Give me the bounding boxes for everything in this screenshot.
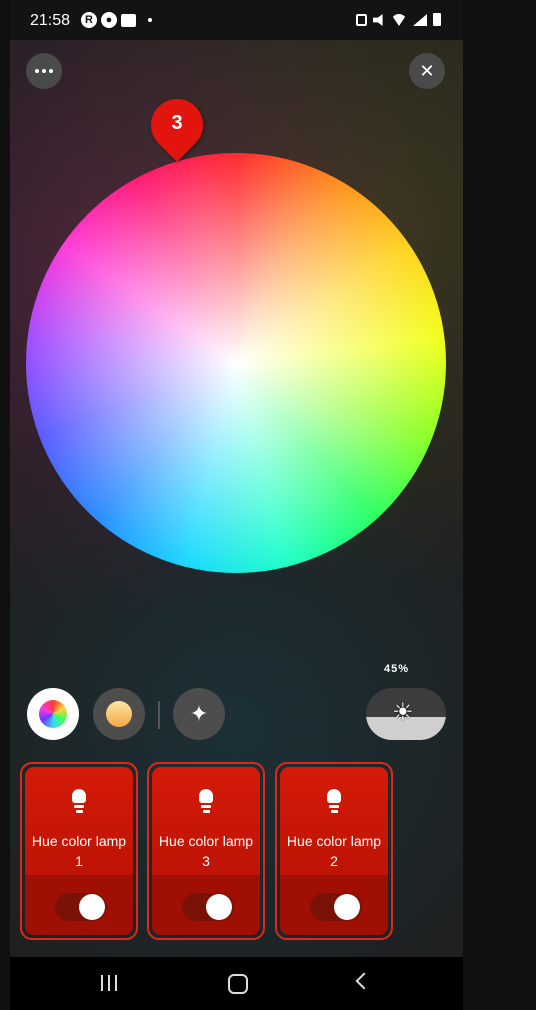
battery-icon xyxy=(433,13,441,26)
brightness-slider[interactable]: ☀ xyxy=(366,688,446,740)
close-button[interactable]: ✕ xyxy=(409,53,445,89)
lamp-card-2[interactable]: Hue color lamp 2 xyxy=(275,762,393,940)
lamp-name: Hue color lamp 2 xyxy=(286,833,382,869)
sun-icon: ☀ xyxy=(392,699,414,726)
status-bar: 21:58 R ● xyxy=(10,0,463,40)
system-nav-bar xyxy=(10,957,463,1010)
white-temperature-icon xyxy=(106,701,132,727)
back-icon[interactable] xyxy=(355,972,373,990)
status-right-icons xyxy=(356,13,441,26)
home-icon[interactable] xyxy=(228,974,248,994)
color-palette-icon xyxy=(39,700,67,728)
phone-screen: 21:58 R ● ✕ 3 ✦ 45% ☀ Hue color lamp 1 H… xyxy=(10,0,463,1010)
lamp-name: Hue color lamp 1 xyxy=(31,833,127,869)
bulb-icon xyxy=(199,789,213,815)
lamp-toggle[interactable] xyxy=(310,893,362,921)
dot-icon xyxy=(148,18,152,22)
mode-divider xyxy=(158,701,160,729)
lamp-card-3[interactable]: Hue color lamp 3 xyxy=(147,762,265,940)
lamp-toggle[interactable] xyxy=(55,893,107,921)
r-badge-icon: R xyxy=(81,12,97,28)
more-options-button[interactable] xyxy=(26,53,62,89)
sparkle-icon: ✦ xyxy=(189,701,209,726)
bulb-icon xyxy=(327,789,341,815)
bulb-icon xyxy=(72,789,86,815)
more-horizontal-icon xyxy=(35,69,53,73)
color-mode-button[interactable] xyxy=(27,688,79,740)
nfc-icon xyxy=(356,14,367,26)
color-wheel[interactable] xyxy=(26,153,446,573)
lamp-name: Hue color lamp 3 xyxy=(158,833,254,869)
lamp-toggle[interactable] xyxy=(182,893,234,921)
brightness-percent: 45% xyxy=(384,663,410,675)
mute-icon xyxy=(373,14,383,26)
image-icon xyxy=(121,13,136,27)
status-time: 21:58 xyxy=(30,12,71,29)
lamp-card-1[interactable]: Hue color lamp 1 xyxy=(20,762,138,940)
account-icon: ● xyxy=(101,12,117,28)
status-left-icons: R ● xyxy=(81,12,152,28)
white-mode-button[interactable] xyxy=(93,688,145,740)
signal-icon xyxy=(413,14,427,26)
close-icon: ✕ xyxy=(419,60,435,81)
color-picker-screen: ✕ 3 ✦ 45% ☀ Hue color lamp 1 Hue color l… xyxy=(10,40,463,957)
effects-button[interactable]: ✦ xyxy=(173,688,225,740)
wifi-icon xyxy=(391,14,407,26)
recent-apps-icon[interactable] xyxy=(101,975,117,991)
color-marker-count: 3 xyxy=(171,112,183,134)
